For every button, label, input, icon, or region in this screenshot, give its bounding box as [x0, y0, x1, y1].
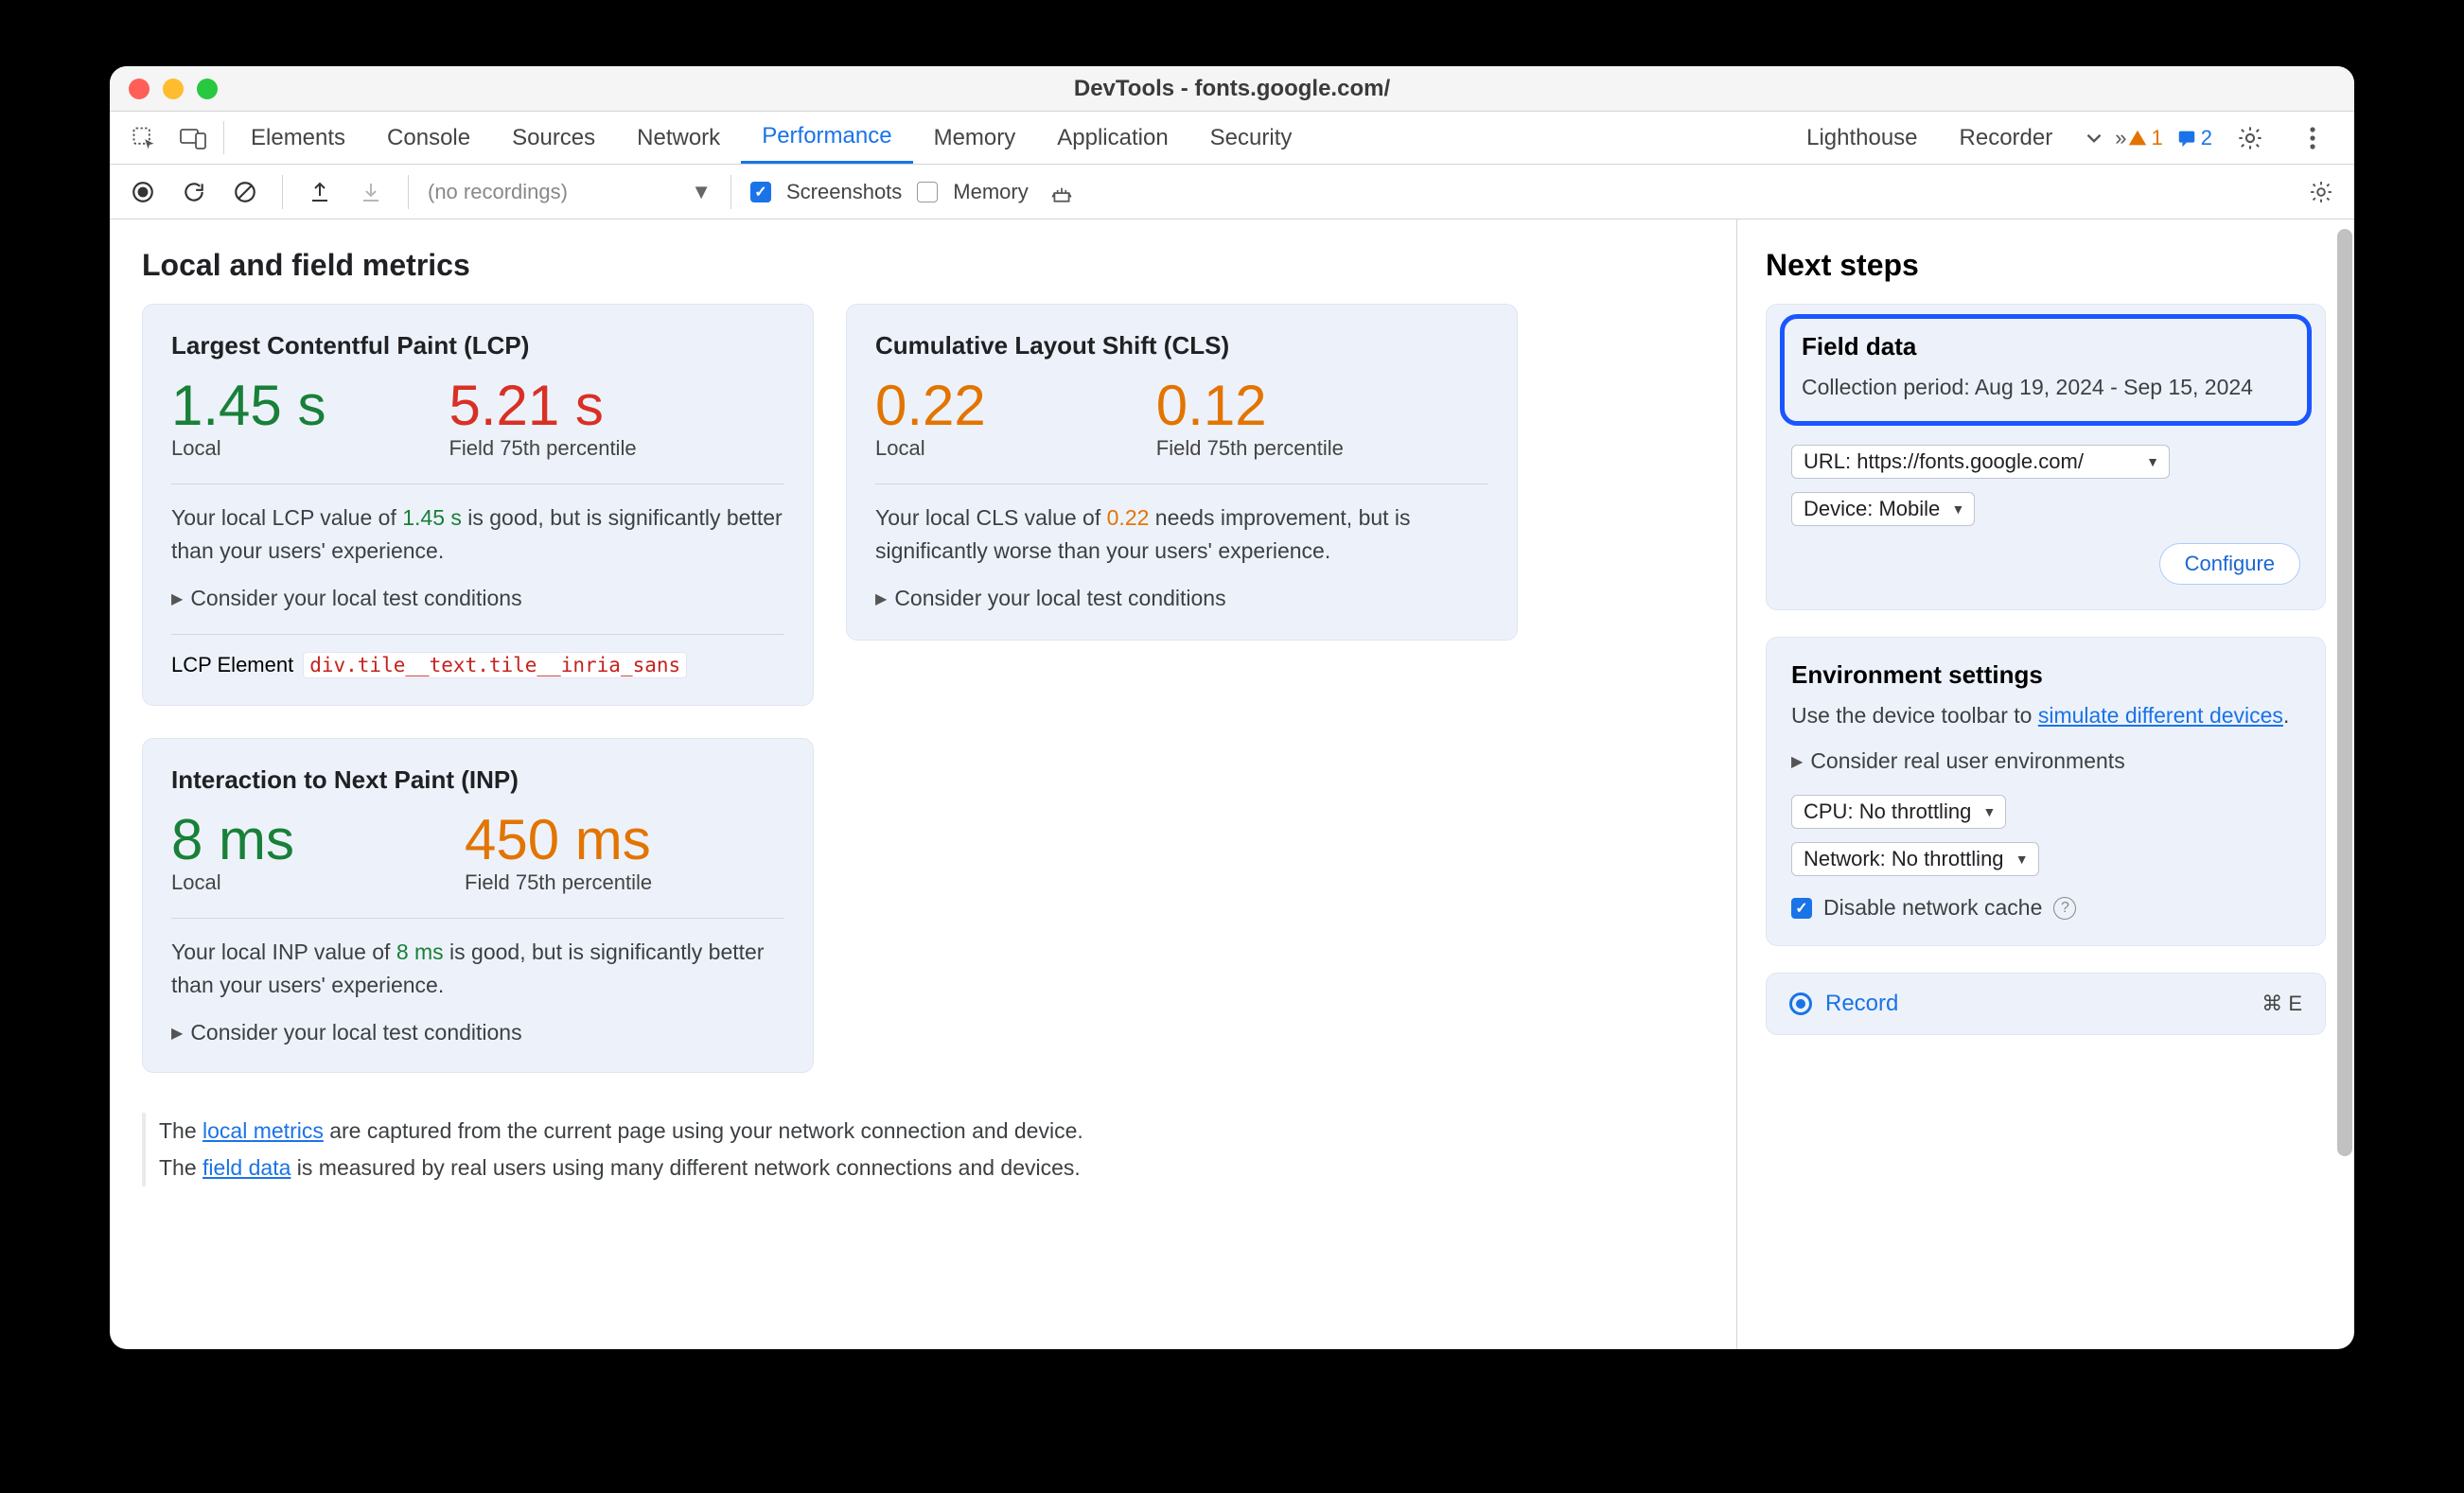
inp-field-label: Field 75th percentile [465, 870, 652, 895]
inp-card: Interaction to Next Paint (INP) 8 ms Loc… [142, 738, 814, 1073]
field-data-card: Field data Collection period: Aug 19, 20… [1766, 304, 2326, 610]
sidebar-heading: Next steps [1766, 248, 2326, 283]
recordings-select[interactable]: (no recordings) ▼ [428, 180, 712, 204]
tab-performance[interactable]: Performance [741, 112, 912, 164]
cls-field-value: 0.12 [1156, 378, 1344, 434]
configure-button[interactable]: Configure [2159, 543, 2300, 585]
cls-card: Cumulative Layout Shift (CLS) 0.22 Local… [846, 304, 1518, 641]
record-bar[interactable]: Record ⌘ E [1766, 973, 2326, 1035]
network-select[interactable]: Network: No throttling [1791, 842, 2039, 876]
lcp-element-selector[interactable]: div.tile__text.tile__inria_sans [303, 652, 687, 678]
local-metrics-link[interactable]: local metrics [202, 1118, 324, 1143]
triangle-right-icon: ▶ [171, 1024, 183, 1043]
environment-card: Environment settings Use the device tool… [1766, 637, 2326, 947]
cls-disclosure[interactable]: ▶ Consider your local test conditions [875, 586, 1488, 611]
env-disclosure[interactable]: ▶ Consider real user environments [1791, 748, 2300, 774]
window-title: DevTools - fonts.google.com/ [110, 76, 2354, 102]
performance-toolbar: (no recordings) ▼ Screenshots Memory [110, 165, 2354, 220]
field-data-highlight: Field data Collection period: Aug 19, 20… [1780, 314, 2312, 426]
reload-record-icon[interactable] [176, 180, 212, 204]
footer-note: The local metrics are captured from the … [142, 1113, 1704, 1186]
titlebar: DevTools - fonts.google.com/ [110, 66, 2354, 112]
inp-title: Interaction to Next Paint (INP) [171, 765, 784, 795]
record-dot-icon [1789, 992, 1812, 1015]
triangle-right-icon: ▶ [875, 589, 887, 608]
lcp-field-value: 5.21 s [449, 378, 636, 434]
kebab-menu-icon[interactable] [2288, 126, 2337, 150]
record-label: Record [1825, 991, 1898, 1017]
lcp-note: Your local LCP value of 1.45 s is good, … [171, 501, 784, 567]
lcp-field-label: Field 75th percentile [449, 436, 636, 461]
messages-badge[interactable]: 2 [2176, 126, 2212, 150]
url-select[interactable]: URL: https://fonts.google.com/ [1791, 445, 2170, 479]
cls-local-value: 0.22 [875, 378, 986, 434]
lcp-disclosure[interactable]: ▶ Consider your local test conditions [171, 586, 784, 611]
sidebar-panel: Next steps Field data Collection period:… [1737, 220, 2354, 1349]
tab-console[interactable]: Console [366, 112, 491, 164]
field-data-link[interactable]: field data [202, 1155, 290, 1180]
cls-local-label: Local [875, 436, 986, 461]
cls-title: Cumulative Layout Shift (CLS) [875, 331, 1488, 360]
env-desc: Use the device toolbar to simulate diffe… [1791, 699, 2300, 732]
warnings-count: 1 [2152, 126, 2163, 150]
lcp-title: Largest Contentful Paint (LCP) [171, 331, 784, 360]
inp-field-value: 450 ms [465, 812, 652, 869]
inp-local-value: 8 ms [171, 812, 294, 869]
field-data-title: Field data [1802, 332, 2290, 361]
inp-disclosure[interactable]: ▶ Consider your local test conditions [171, 1020, 784, 1045]
tab-recorder[interactable]: Recorder [1939, 112, 2074, 164]
triangle-right-icon: ▶ [1791, 752, 1803, 771]
env-title: Environment settings [1791, 660, 2300, 690]
memory-checkbox[interactable] [917, 182, 938, 202]
lcp-local-label: Local [171, 436, 326, 461]
record-icon[interactable] [125, 180, 161, 204]
tabbar-right: 1 2 [2127, 112, 2346, 164]
disable-cache-checkbox[interactable] [1791, 898, 1812, 919]
inp-local-label: Local [171, 870, 294, 895]
more-tabs-icon[interactable] [2073, 112, 2115, 164]
memory-label: Memory [953, 180, 1028, 204]
warnings-badge[interactable]: 1 [2127, 126, 2163, 150]
inspect-element-icon[interactable] [119, 112, 168, 164]
cls-note: Your local CLS value of 0.22 needs impro… [875, 501, 1488, 567]
tab-network[interactable]: Network [616, 112, 741, 164]
messages-count: 2 [2201, 126, 2212, 150]
device-toolbar-icon[interactable] [168, 112, 218, 164]
device-select[interactable]: Device: Mobile [1791, 492, 1975, 526]
upload-icon[interactable] [302, 181, 338, 203]
lcp-element-label: LCP Element [171, 653, 293, 677]
tab-sources[interactable]: Sources [491, 112, 616, 164]
simulate-devices-link[interactable]: simulate different devices [2038, 703, 2283, 728]
field-data-period: Collection period: Aug 19, 2024 - Sep 15… [1802, 371, 2290, 404]
panel-settings-gear-icon[interactable] [2303, 180, 2339, 204]
tab-memory[interactable]: Memory [913, 112, 1037, 164]
devtools-window: DevTools - fonts.google.com/ Elements Co… [110, 66, 2354, 1349]
main-heading: Local and field metrics [142, 248, 1704, 283]
lcp-card: Largest Contentful Paint (LCP) 1.45 s Lo… [142, 304, 814, 706]
tab-security[interactable]: Security [1189, 112, 1313, 164]
panel-tabbar: Elements Console Sources Network Perform… [110, 112, 2354, 165]
inp-note: Your local INP value of 8 ms is good, bu… [171, 936, 784, 1001]
more-tabs-chevrons-icon[interactable]: » [2115, 112, 2126, 164]
recordings-placeholder: (no recordings) [428, 180, 568, 204]
cls-field-label: Field 75th percentile [1156, 436, 1344, 461]
content-area: Local and field metrics Largest Contentf… [110, 220, 2354, 1349]
main-panel: Local and field metrics Largest Contentf… [110, 220, 1737, 1349]
tab-lighthouse[interactable]: Lighthouse [1786, 112, 1938, 164]
clear-icon[interactable] [227, 180, 263, 204]
screenshots-label: Screenshots [786, 180, 902, 204]
screenshots-checkbox[interactable] [750, 182, 771, 202]
cpu-select[interactable]: CPU: No throttling [1791, 795, 2006, 829]
sidebar-scrollbar[interactable] [2337, 229, 2352, 1156]
help-icon[interactable]: ? [2053, 897, 2076, 920]
tab-elements[interactable]: Elements [230, 112, 366, 164]
download-icon[interactable] [353, 181, 389, 203]
record-shortcut: ⌘ E [2262, 992, 2302, 1016]
settings-gear-icon[interactable] [2226, 125, 2275, 151]
triangle-right-icon: ▶ [171, 589, 183, 608]
disable-cache-label: Disable network cache [1823, 895, 2042, 921]
lcp-local-value: 1.45 s [171, 378, 326, 434]
tab-application[interactable]: Application [1036, 112, 1188, 164]
collect-garbage-icon[interactable] [1044, 180, 1080, 204]
